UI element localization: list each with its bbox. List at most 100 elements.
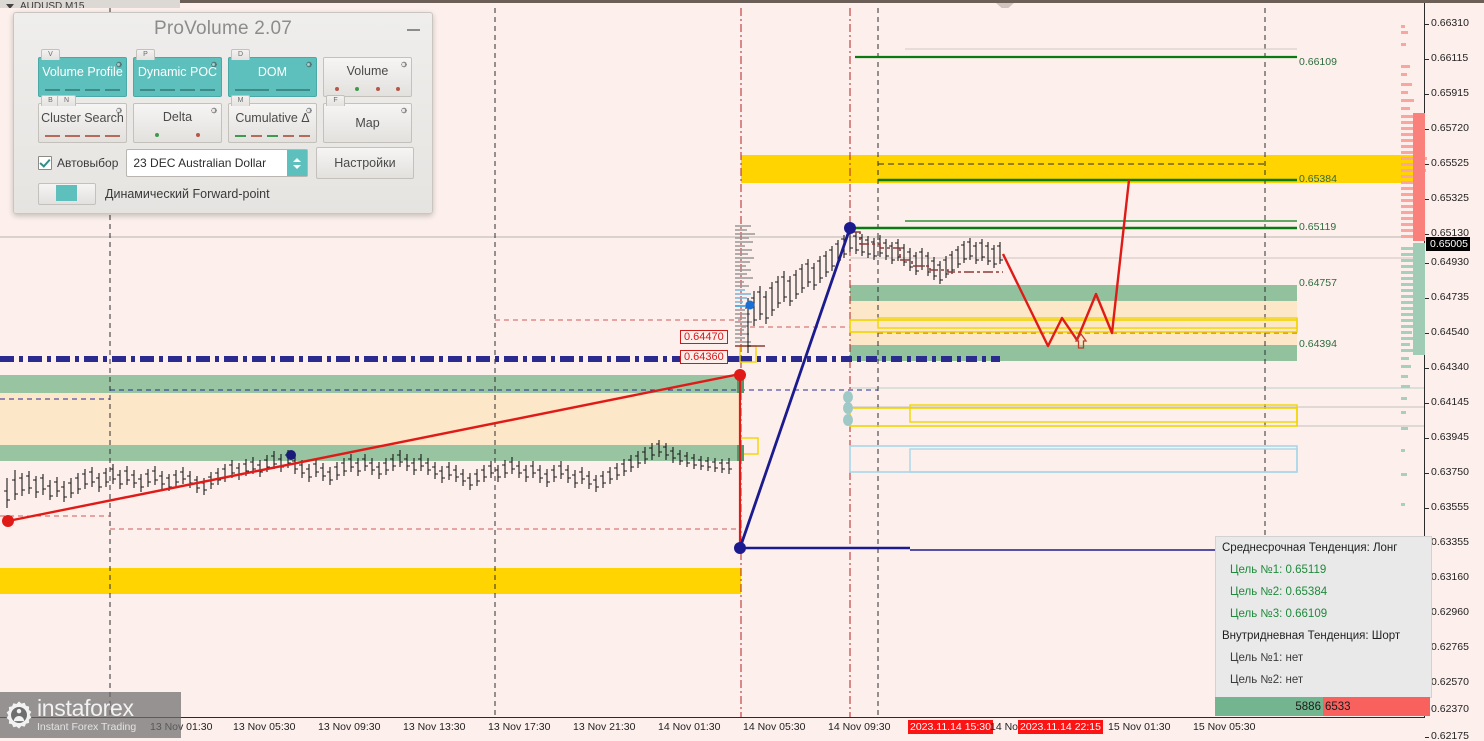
- gear-icon[interactable]: [114, 60, 123, 69]
- price-tick-label: 0.62570: [1431, 676, 1469, 688]
- price-tick-label: 0.66115: [1431, 52, 1469, 64]
- window-top-strip: [0, 0, 1484, 3]
- watermark-brand: instaforex: [37, 695, 134, 722]
- midterm-trend-label: Среднесрочная Тенденция: Лонг: [1222, 542, 1398, 554]
- price-tick-label: 0.62960: [1431, 606, 1469, 618]
- price-tick-label: 0.63355: [1431, 536, 1469, 548]
- symbol-select[interactable]: 23 DEC Australian Dollar: [126, 149, 308, 177]
- time-axis[interactable]: 13 Nov 01:30 13 Nov 05:30 13 Nov 09:30 1…: [0, 717, 1425, 741]
- price-tick: 0.64735: [1425, 291, 1469, 303]
- hotkey-tag: V: [41, 49, 60, 60]
- price-tick-label: 0.62175: [1431, 730, 1469, 741]
- autoselect-checkbox[interactable]: Автовыбор: [38, 156, 118, 170]
- hotkey-tag-2: N: [57, 95, 76, 106]
- time-tick-label: 14 Nov 05:30: [743, 721, 806, 733]
- provolume-titlebar[interactable]: ProVolume 2.07: [14, 13, 432, 43]
- chart-level-label: 0.65119: [1299, 221, 1337, 233]
- price-tick-label: 0.64540: [1431, 326, 1469, 338]
- price-tick: 0.62370: [1425, 703, 1469, 715]
- price-tick-label: 0.64930: [1431, 256, 1469, 268]
- time-tick-label: 13 Nov 21:30: [573, 721, 636, 733]
- price-tick: 0.63945: [1425, 431, 1469, 443]
- provolume-panel[interactable]: ProVolume 2.07 V Volume Profile P Dynami…: [13, 12, 433, 214]
- midterm-target-3: Цель №3: 0.66109: [1230, 608, 1328, 620]
- forward-point-label: Динамический Forward-point: [105, 187, 270, 201]
- hotkey-tag: D: [231, 49, 250, 60]
- volume-button[interactable]: Volume: [323, 57, 412, 97]
- dom-button[interactable]: D DOM: [228, 49, 317, 97]
- dynamic-poc-button[interactable]: P Dynamic POC: [133, 49, 222, 97]
- delta-volume-bar: 5886 6533: [1215, 697, 1430, 716]
- instaforex-watermark: instaforex Instant Forex Trading: [0, 692, 181, 738]
- hotkey-tag: F: [326, 95, 345, 106]
- price-tick-label: 0.62765: [1431, 641, 1469, 653]
- price-tick: 0.65325: [1425, 192, 1469, 204]
- gear-icon[interactable]: [304, 106, 313, 115]
- price-tick-label: 0.63750: [1431, 466, 1469, 478]
- price-tick-label: 0.63160: [1431, 571, 1469, 583]
- delta-sell-value: 6533: [1322, 697, 1430, 716]
- price-tick: 0.63750: [1425, 466, 1469, 478]
- volume-profile-label: Volume Profile: [42, 64, 123, 79]
- intraday-trend-label: Внутридневная Тенденция: Шорт: [1222, 630, 1401, 642]
- gear-icon[interactable]: [114, 106, 123, 115]
- price-tick-label: 0.66310: [1431, 17, 1469, 29]
- midterm-target-2: Цель №2: 0.65384: [1230, 586, 1328, 598]
- delta-label: Delta: [162, 110, 193, 124]
- map-button[interactable]: F Map: [323, 95, 412, 143]
- time-cursor-label: 2023.11.14 15:30: [908, 720, 993, 734]
- volume-profile-button[interactable]: V Volume Profile: [38, 49, 127, 97]
- symbol-stepper[interactable]: [286, 150, 307, 176]
- provolume-bottom-row: Автовыбор 23 DEC Australian Dollar Настр…: [38, 147, 414, 179]
- chart-level-label: 0.65384: [1299, 173, 1337, 185]
- gear-icon[interactable]: [209, 60, 218, 69]
- gear-logo-icon: [6, 701, 32, 729]
- delta-buy-value: 5886: [1215, 697, 1323, 716]
- delta-button[interactable]: Delta: [133, 103, 222, 143]
- state-ticks: [134, 85, 221, 96]
- price-tick: 0.64930: [1425, 256, 1469, 268]
- forward-point-toggle[interactable]: [38, 183, 96, 205]
- time-cursor-label: 2023.11.14 22:15: [1018, 720, 1103, 734]
- minimize-icon[interactable]: [407, 29, 420, 31]
- price-tag: 0.64360: [680, 350, 728, 364]
- price-tick: 0.64340: [1425, 361, 1469, 373]
- price-tick-label: 0.63945: [1431, 431, 1469, 443]
- symbol-value: 23 DEC Australian Dollar: [133, 156, 267, 170]
- trading-chart-screenshot: AUDUSD,M15 0.66109 0.65384 0.65119 0.647…: [0, 0, 1484, 741]
- cluster-search-button[interactable]: B N Cluster Search: [38, 95, 127, 143]
- settings-button[interactable]: Настройки: [315, 147, 414, 179]
- price-cursor-label: 0.65005: [1426, 237, 1470, 251]
- intraday-target-2: Цель №2: нет: [1230, 674, 1304, 686]
- time-tick-label: 14 Nov 01:30: [658, 721, 721, 733]
- provolume-button-grid: V Volume Profile P Dynamic POC D DOM Vol…: [38, 49, 412, 149]
- price-tick: 0.65720: [1425, 122, 1469, 134]
- gear-icon[interactable]: [304, 60, 313, 69]
- price-tick-label: 0.65325: [1431, 192, 1469, 204]
- watermark-tagline: Instant Forex Trading: [37, 721, 137, 734]
- gear-icon[interactable]: [399, 60, 408, 69]
- forecast-info-box: Среднесрочная Тенденция: Лонг Цель №1: 0…: [1215, 536, 1432, 698]
- dynamic-poc-label: Dynamic POC: [137, 64, 218, 79]
- gear-icon[interactable]: [209, 106, 218, 115]
- cumulative-delta-label: Cumulative Δ: [235, 110, 310, 125]
- price-tick-label: 0.63555: [1431, 501, 1469, 513]
- volume-label: Volume: [346, 64, 389, 78]
- price-tick-label: 0.64735: [1431, 291, 1469, 303]
- price-tick: 0.62175: [1425, 730, 1469, 741]
- time-tick-label: 13 Nov 13:30: [403, 721, 466, 733]
- price-axis[interactable]: 0.66310 0.66115 0.65915 0.65720 0.65525 …: [1401, 3, 1484, 741]
- price-tick-label: 0.62370: [1431, 703, 1469, 715]
- price-tick: 0.64540: [1425, 326, 1469, 338]
- chart-level-label: 0.64757: [1299, 277, 1337, 289]
- price-tick: 0.63555: [1425, 501, 1469, 513]
- cumulative-delta-button[interactable]: M Cumulative Δ: [228, 95, 317, 143]
- price-tick: 0.64145: [1425, 396, 1469, 408]
- price-tag: 0.64470: [680, 330, 728, 344]
- state-dots: [134, 130, 221, 142]
- price-tick: 0.65525: [1425, 157, 1469, 169]
- gear-icon[interactable]: [399, 106, 408, 115]
- checkbox-box[interactable]: [38, 156, 52, 170]
- price-tick-label: 0.64145: [1431, 396, 1469, 408]
- price-tick: 0.66310: [1425, 17, 1469, 29]
